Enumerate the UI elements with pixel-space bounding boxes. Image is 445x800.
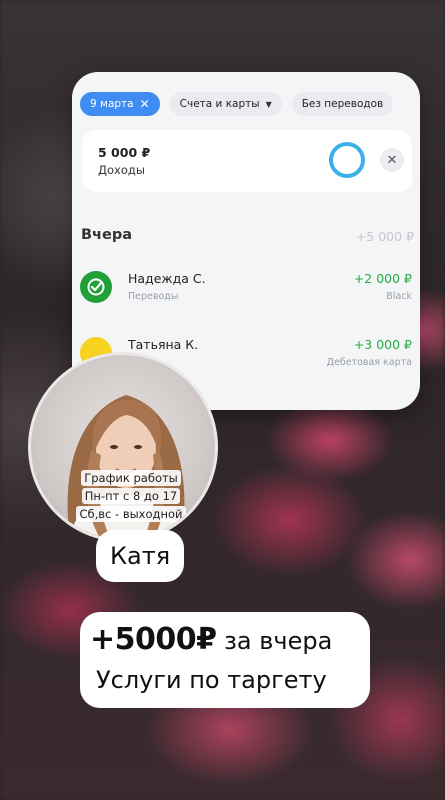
chevron-down-icon: ▼: [265, 99, 272, 109]
income-label: Доходы: [98, 163, 145, 177]
transaction-amount: +2 000 ₽: [353, 271, 412, 286]
close-icon[interactable]: ✕: [140, 97, 150, 111]
transfers-chip-label: Без переводов: [301, 98, 384, 110]
name-label: Катя: [96, 530, 185, 582]
day-section-title: Вчера: [81, 227, 133, 243]
caption-line1: +5000₽ за вчера: [90, 622, 365, 657]
filter-bar: 9 марта ✕ Счета и карты ▼ Без переводов: [80, 92, 394, 116]
transaction-amount: +3 000 ₽: [353, 337, 412, 352]
transaction-account: Дебетовая карта: [326, 357, 412, 368]
transaction-account: Black: [386, 291, 412, 302]
progress-ring-icon: [329, 142, 365, 178]
avatar: График работы Пн-пт с 8 до 17 Сб,вс - вы…: [28, 352, 218, 542]
sber-check-icon: [80, 271, 112, 303]
schedule-line: Сб,вс - выходной: [61, 506, 201, 522]
transaction-category: Переводы: [128, 291, 179, 302]
schedule-line: Пн-пт с 8 до 17: [61, 488, 201, 504]
income-summary[interactable]: 5 000 ₽ Доходы ✕: [82, 130, 412, 192]
caption-period: за вчера: [216, 627, 333, 655]
close-button[interactable]: ✕: [380, 148, 404, 172]
transaction-name: Надежда С.: [128, 271, 206, 286]
accounts-chip-label: Счета и карты: [179, 98, 260, 110]
caption-amount: +5000₽: [90, 622, 217, 657]
story-caption: +5000₽ за вчера Услуги по таргету: [80, 612, 370, 708]
income-amount: 5 000 ₽: [98, 145, 151, 160]
no-transfers-filter-chip[interactable]: Без переводов: [291, 92, 394, 116]
date-filter-chip[interactable]: 9 марта ✕: [80, 92, 160, 116]
schedule-line: График работы: [61, 470, 201, 486]
accounts-filter-chip[interactable]: Счета и карты ▼: [169, 92, 282, 116]
transaction-row[interactable]: Надежда С. Переводы +2 000 ₽ Black: [72, 269, 420, 313]
day-section-total: +5 000 ₽: [355, 229, 414, 244]
transaction-name: Татьяна К.: [128, 337, 199, 352]
date-chip-label: 9 марта: [90, 98, 134, 110]
caption-line2: Услуги по таргету: [96, 666, 327, 694]
